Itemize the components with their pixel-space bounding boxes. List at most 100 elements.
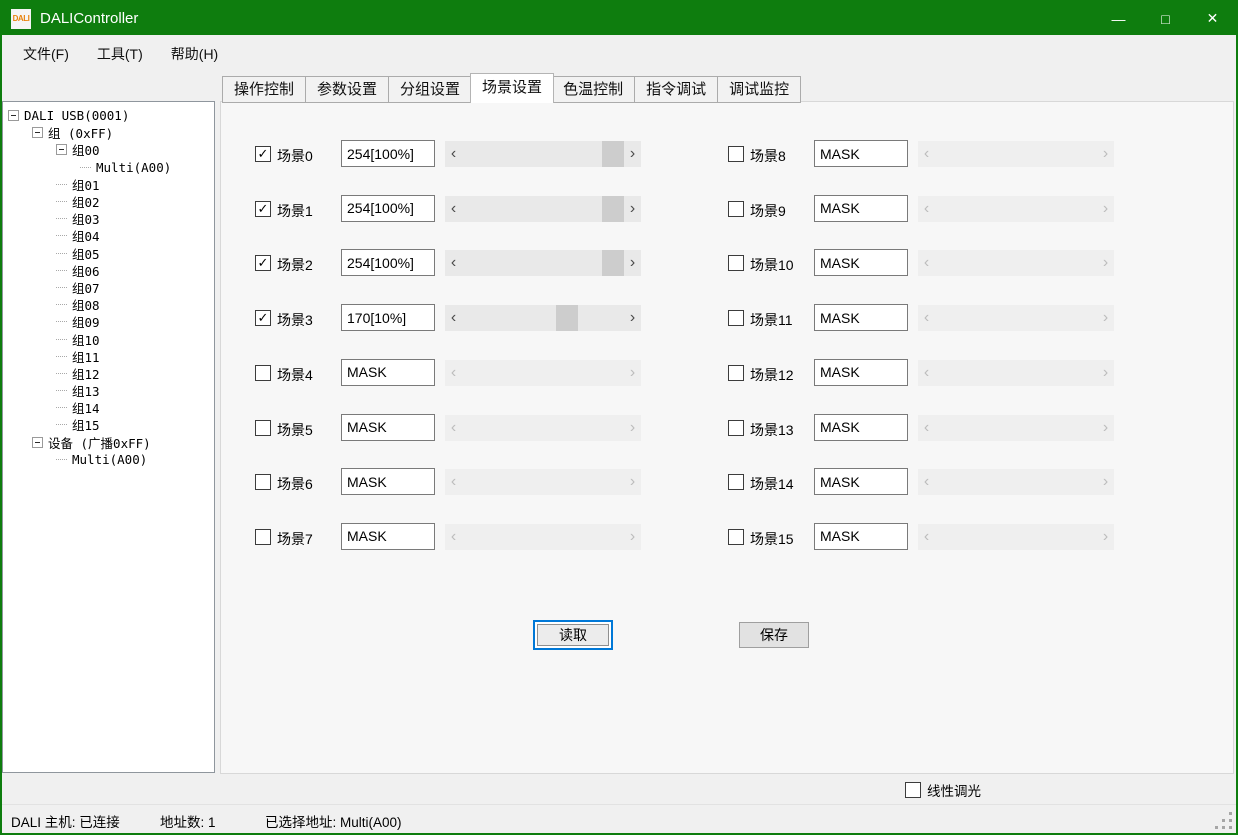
tree-item[interactable]: 组00 [3,141,214,158]
tab-参数设置[interactable]: 参数设置 [306,76,389,103]
scene-checkbox[interactable]: ✓ [255,201,271,217]
scene-value-input[interactable] [814,414,908,441]
scrollbar-thumb[interactable] [602,250,624,276]
tree-item[interactable]: Multi(A00) [3,159,214,176]
maximize-button[interactable]: □ [1142,2,1189,35]
tree-collapse-icon[interactable] [32,127,43,138]
tree-collapse-icon[interactable] [8,110,19,121]
scene-value-input[interactable] [341,195,435,222]
scene-checkbox[interactable] [728,420,744,436]
menu-tools[interactable]: 工具(T) [83,38,157,70]
tree-item[interactable]: 组04 [3,227,214,244]
tree-item-label: 组12 [72,364,100,383]
save-button[interactable]: 保存 [739,622,809,648]
scene-value-input[interactable] [341,140,435,167]
scene-checkbox[interactable] [255,365,271,381]
scene-level-scrollbar[interactable]: ‹› [445,305,641,331]
scene-checkbox[interactable] [728,255,744,271]
tree-item[interactable]: 组08 [3,296,214,313]
scene-value-input[interactable] [814,195,908,222]
scene-value-input[interactable] [814,523,908,550]
tab-场景设置[interactable]: 场景设置 [470,73,554,103]
menu-help[interactable]: 帮助(H) [157,38,232,70]
menu-file[interactable]: 文件(F) [9,38,83,70]
scroll-left-icon[interactable]: ‹ [445,250,462,276]
tree-item[interactable]: 组02 [3,193,214,210]
tree-item[interactable]: 组15 [3,416,214,433]
scroll-left-icon[interactable]: ‹ [445,196,462,222]
scene-value-input[interactable] [814,140,908,167]
scene-checkbox[interactable]: ✓ [255,146,271,162]
read-button[interactable]: 读取 [533,620,613,650]
scene-checkbox[interactable] [255,420,271,436]
scrollbar-thumb[interactable] [602,141,624,167]
scene-value-input[interactable] [341,468,435,495]
tree-item[interactable]: 组01 [3,176,214,193]
scroll-right-icon[interactable]: › [624,196,641,222]
tree-item[interactable]: 组06 [3,262,214,279]
tab-色温控制[interactable]: 色温控制 [552,76,635,103]
resize-grip-icon[interactable] [1229,826,1232,829]
tree-item[interactable]: 组10 [3,330,214,347]
tab-分组设置[interactable]: 分组设置 [389,76,472,103]
status-address-count: 地址数: 1 [160,811,216,831]
scene-value-input[interactable] [341,359,435,386]
tree-item-label: 组11 [72,347,100,366]
scene-value-input[interactable] [814,249,908,276]
scene-label: 场景8 [750,146,786,166]
tree-item[interactable]: Multi(A00) [3,451,214,468]
tree-item[interactable]: 组11 [3,348,214,365]
scroll-right-icon[interactable]: › [624,141,641,167]
scene-checkbox[interactable] [728,474,744,490]
scene-level-scrollbar[interactable]: ‹› [445,141,641,167]
scrollbar-thumb[interactable] [602,196,624,222]
scene-level-scrollbar[interactable]: ‹› [445,250,641,276]
scene-value-input[interactable] [814,359,908,386]
scene-checkbox[interactable] [255,474,271,490]
scene-row: 场景5‹› [255,414,643,442]
scroll-left-icon[interactable]: ‹ [445,141,462,167]
scroll-right-icon[interactable]: › [624,250,641,276]
scene-label: 场景12 [750,365,794,385]
tree-item[interactable]: 组14 [3,399,214,416]
tree-item[interactable]: 组05 [3,245,214,262]
scene-checkbox[interactable] [255,529,271,545]
tree-item[interactable]: 组 (0xFF) [3,124,214,141]
scene-level-scrollbar[interactable]: ‹› [445,196,641,222]
tree-item[interactable]: 组09 [3,313,214,330]
tab-操作控制[interactable]: 操作控制 [222,76,306,103]
scene-value-input[interactable] [341,523,435,550]
tree-item[interactable]: 组03 [3,210,214,227]
scroll-right-icon[interactable]: › [624,305,641,331]
scroll-left-icon[interactable]: ‹ [445,305,462,331]
tree-collapse-icon[interactable] [32,437,43,448]
tree-collapse-icon[interactable] [56,144,67,155]
scene-value-input[interactable] [814,468,908,495]
scene-row: 场景7‹› [255,523,643,551]
tree-item[interactable]: 组12 [3,365,214,382]
scrollbar-thumb[interactable] [556,305,578,331]
scene-checkbox[interactable] [728,365,744,381]
linear-dimming-checkbox[interactable] [905,782,921,798]
scene-row: 场景8‹› [728,140,1116,168]
scene-checkbox[interactable]: ✓ [255,255,271,271]
tree-item-label: 组15 [72,415,100,434]
scene-value-input[interactable] [341,249,435,276]
close-button[interactable]: ✕ [1189,2,1236,35]
tree-item-label: 组02 [72,192,100,211]
scene-checkbox[interactable] [728,146,744,162]
scene-checkbox[interactable] [728,529,744,545]
scene-value-input[interactable] [341,304,435,331]
tree-item[interactable]: 设备 (广播0xFF) [3,434,214,451]
scene-checkbox[interactable]: ✓ [255,310,271,326]
tab-指令调试[interactable]: 指令调试 [635,76,718,103]
tree-item[interactable]: DALI USB(0001) [3,107,214,124]
minimize-button[interactable]: — [1095,2,1142,35]
scene-value-input[interactable] [814,304,908,331]
tree-item[interactable]: 组13 [3,382,214,399]
scene-checkbox[interactable] [728,310,744,326]
scene-checkbox[interactable] [728,201,744,217]
tree-item[interactable]: 组07 [3,279,214,296]
scene-value-input[interactable] [341,414,435,441]
tab-调试监控[interactable]: 调试监控 [718,76,801,103]
